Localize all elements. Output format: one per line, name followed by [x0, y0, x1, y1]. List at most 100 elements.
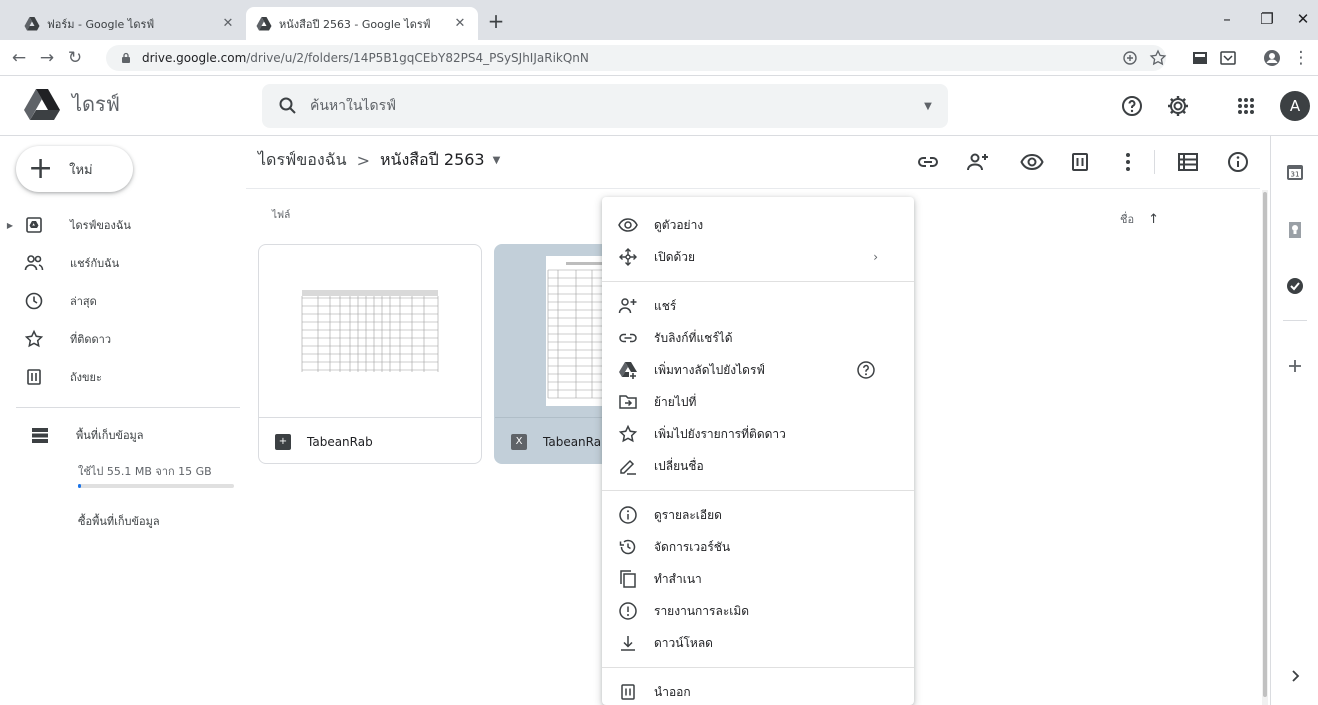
move-icon — [619, 395, 637, 409]
add-addon-icon[interactable] — [1285, 356, 1305, 376]
download-icon — [621, 636, 635, 651]
person-add-icon[interactable] — [966, 150, 990, 174]
tasks-icon[interactable] — [1285, 276, 1305, 296]
menu-item-details[interactable]: ดูรายละเอียด — [602, 499, 914, 531]
search-options-icon[interactable]: ▼ — [908, 101, 948, 112]
install-app-icon[interactable] — [1120, 48, 1140, 68]
menu-item-label: รับลิงก์ที่แชร์ได้ — [654, 330, 733, 345]
file-thumbnail — [259, 245, 481, 417]
drive-logo[interactable]: ไดรฟ์ — [24, 88, 120, 120]
menu-item-rename[interactable]: เปลี่ยนชื่อ — [602, 450, 914, 482]
report-icon — [619, 602, 637, 620]
sidebar-item-label: ล่าสุด — [70, 295, 97, 308]
menu-item-label: เพิ่มทางลัดไปยังไดรฟ์ — [654, 362, 765, 377]
new-button[interactable]: + ใหม่ — [16, 146, 133, 192]
menu-item-remove[interactable]: นำออก — [602, 676, 914, 705]
reload-icon[interactable]: ↻ — [64, 47, 86, 69]
rename-icon — [620, 459, 636, 475]
menu-divider — [602, 667, 914, 668]
arrow-up-icon[interactable]: ↑ — [1148, 212, 1159, 227]
browser-toolbar: ← → ↻ drive.google.com/drive/u/2/folders… — [0, 40, 1318, 76]
menu-item-move[interactable]: ย้ายไปที่ — [602, 386, 914, 418]
new-button-label: ใหม่ — [69, 162, 93, 178]
menu-item-label: ย้ายไปที่ — [654, 394, 697, 409]
sidebar-item-label: ที่ติดดาว — [70, 333, 112, 346]
menu-item-label: ดูรายละเอียด — [654, 507, 722, 522]
help-icon[interactable] — [856, 360, 876, 380]
chevron-right-icon: › — [873, 250, 878, 264]
drive-logo-icon — [24, 89, 60, 120]
extension-icon[interactable] — [1190, 48, 1210, 68]
info-icon[interactable] — [1226, 150, 1250, 174]
main-divider — [246, 188, 1260, 189]
chrome-menu-icon[interactable]: ⋮ — [1290, 47, 1312, 69]
file-card[interactable]: + TabeanRab — [258, 244, 482, 464]
sidebar-item-trash[interactable]: ถังขยะ — [0, 358, 240, 396]
maximize-icon[interactable]: ❐ — [1252, 10, 1282, 30]
calendar-icon[interactable]: 31 — [1285, 162, 1305, 182]
menu-item-add-star[interactable]: เพิ่มไปยังรายการที่ติดดาว — [602, 418, 914, 450]
open-with-icon — [619, 248, 637, 266]
extension-icon[interactable] — [1218, 48, 1238, 68]
trash-icon[interactable] — [1068, 150, 1092, 174]
menu-item-get-link[interactable]: รับลิงก์ที่แชร์ได้ — [602, 322, 914, 354]
expand-caret-icon[interactable]: ▶ — [0, 221, 20, 230]
sidebar-divider — [16, 407, 240, 408]
file-meta: + TabeanRab — [259, 417, 481, 463]
link-icon[interactable] — [916, 150, 940, 174]
sidebar-item-starred[interactable]: ที่ติดดาว — [0, 320, 240, 358]
scrollbar-thumb[interactable] — [1263, 192, 1267, 697]
browser-tab-active[interactable]: หนังสือปี 2563 - Google ไดรฟ์ ✕ — [246, 7, 478, 40]
profile-icon[interactable] — [1262, 48, 1282, 68]
breadcrumb-root[interactable]: ไดรฟ์ของฉัน — [258, 148, 347, 173]
menu-item-label: เปลี่ยนชื่อ — [654, 458, 704, 473]
browser-tab[interactable]: ฟอร์ม - Google ไดรฟ์ ✕ — [14, 7, 246, 40]
sidebar-item-recent[interactable]: ล่าสุด — [0, 282, 240, 320]
sidebar-item-shared[interactable]: แชร์กับฉัน — [0, 244, 240, 282]
scrollbar[interactable] — [1262, 190, 1268, 705]
avatar[interactable]: A — [1280, 91, 1310, 121]
list-view-icon[interactable] — [1176, 150, 1200, 174]
chevron-right-icon[interactable] — [1285, 666, 1305, 686]
menu-item-share[interactable]: แชร์ — [602, 290, 914, 322]
close-icon[interactable]: ✕ — [452, 16, 468, 31]
help-icon[interactable] — [1120, 94, 1144, 118]
menu-item-preview[interactable]: ดูตัวอย่าง — [602, 209, 914, 241]
new-tab-button[interactable]: + — [484, 10, 508, 34]
tab-title: ฟอร์ม - Google ไดรฟ์ — [47, 17, 155, 31]
apps-grid-icon[interactable] — [1234, 94, 1258, 118]
menu-item-label: รายงานการละเมิด — [654, 603, 750, 618]
close-icon[interactable]: ✕ — [220, 16, 236, 31]
sidebar-item-my-drive[interactable]: ▶ ไดรฟ์ของฉัน — [0, 206, 240, 244]
minimize-icon[interactable]: – — [1212, 10, 1242, 30]
keep-icon[interactable] — [1285, 220, 1305, 240]
search-icon[interactable] — [278, 96, 298, 116]
buy-storage-link[interactable]: ซื้อพื้นที่เก็บข้อมูล — [78, 512, 160, 530]
eye-icon — [618, 218, 638, 232]
address-bar[interactable]: drive.google.com/drive/u/2/folders/14P5B… — [106, 45, 1166, 71]
storage-usage-text: ใช้ไป 55.1 MB จาก 15 GB — [78, 465, 212, 478]
settings-gear-icon[interactable] — [1166, 94, 1190, 118]
clock-icon — [25, 292, 43, 310]
breadcrumb-current[interactable]: หนังสือปี 2563 — [380, 148, 485, 173]
search-box[interactable]: ▼ — [262, 84, 948, 128]
sort-control[interactable]: ชื่อ ↑ — [1120, 210, 1159, 228]
menu-item-download[interactable]: ดาวน์โหลด — [602, 627, 914, 659]
eye-icon[interactable] — [1020, 150, 1044, 174]
back-icon[interactable]: ← — [8, 47, 30, 69]
bookmark-star-icon[interactable] — [1148, 48, 1168, 68]
menu-item-add-shortcut[interactable]: เพิ่มทางลัดไปยังไดรฟ์ — [602, 354, 914, 386]
menu-item-make-copy[interactable]: ทำสำเนา — [602, 563, 914, 595]
more-vert-icon[interactable] — [1116, 150, 1140, 174]
menu-item-report-abuse[interactable]: รายงานการละเมิด — [602, 595, 914, 627]
search-input[interactable] — [310, 98, 908, 114]
sidebar-item-label: ถังขยะ — [70, 371, 102, 384]
trash-icon — [27, 369, 41, 385]
menu-item-manage-versions[interactable]: จัดการเวอร์ชัน — [602, 531, 914, 563]
forward-icon[interactable]: → — [36, 47, 58, 69]
menu-item-open-with[interactable]: เปิดด้วย › — [602, 241, 914, 273]
sidebar-item-storage[interactable]: พื้นที่เก็บข้อมูล — [0, 416, 240, 454]
chevron-down-icon[interactable]: ▼ — [493, 155, 501, 166]
section-label-files: ไฟล์ — [272, 210, 291, 221]
window-close-icon[interactable]: ✕ — [1288, 10, 1318, 30]
